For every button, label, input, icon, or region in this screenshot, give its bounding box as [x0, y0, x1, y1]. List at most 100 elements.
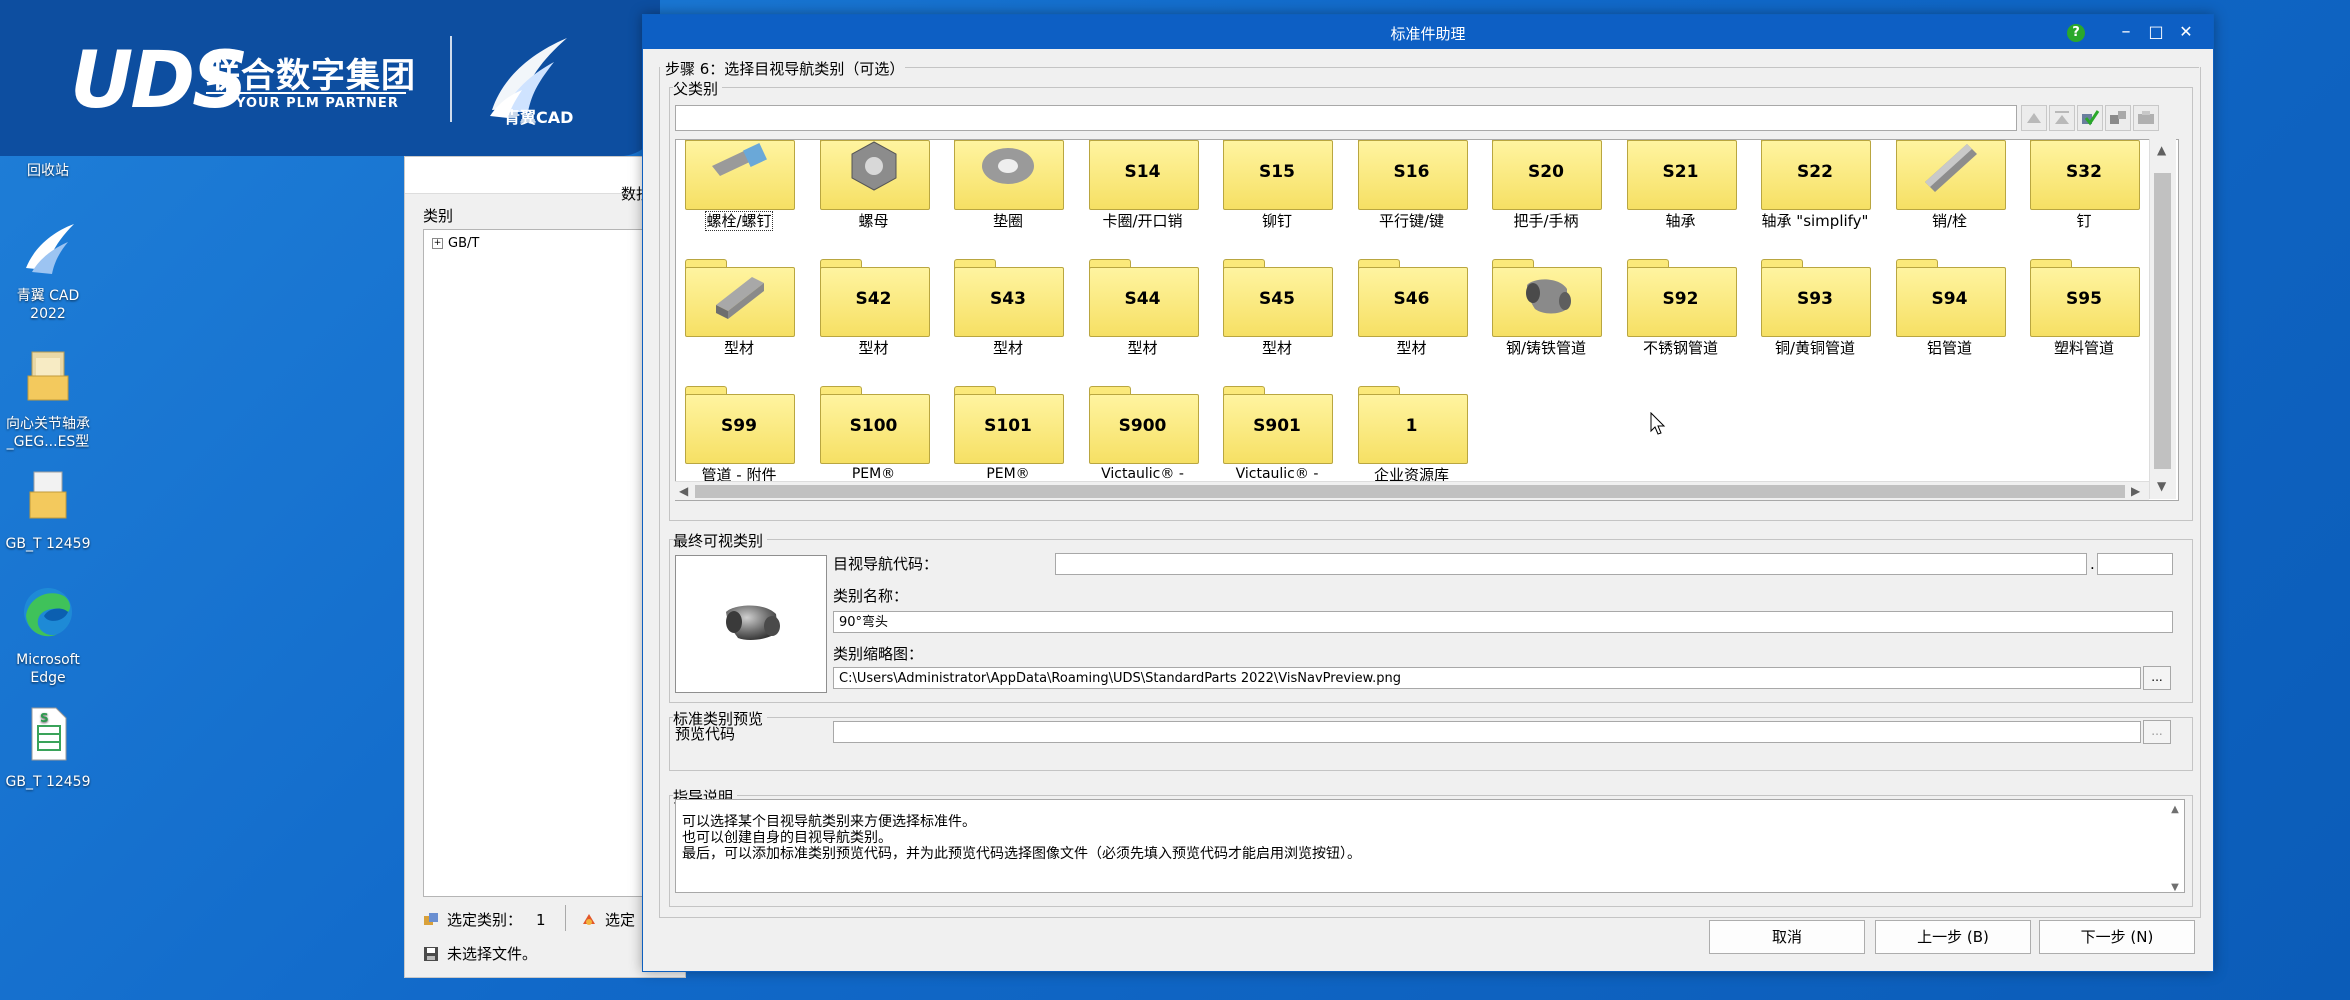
- tree-node-gbt[interactable]: + GB/T: [432, 236, 479, 251]
- guidance-scrollbar[interactable]: ▲ ▼: [2168, 802, 2182, 893]
- category-item[interactable]: S20 把手/手柄: [1489, 140, 1603, 252]
- nav-delete-button[interactable]: [2133, 105, 2159, 131]
- desktop-icon-bearing-folder[interactable]: 向心关节轴承_GEG...ES型: [0, 346, 96, 451]
- category-item[interactable]: S93 铜/黄铜管道: [1758, 251, 1872, 379]
- category-item[interactable]: S94 铝管道: [1893, 251, 2007, 379]
- category-label: 垫圈: [992, 212, 1023, 230]
- folder-icon: S43: [954, 259, 1064, 337]
- category-item[interactable]: S44 型材: [1086, 251, 1200, 379]
- category-item[interactable]: S42 型材: [817, 251, 931, 379]
- category-item[interactable]: 型材: [682, 251, 796, 379]
- preview-browse-button[interactable]: ...: [2143, 720, 2171, 744]
- category-name-label: 类别名称：: [833, 587, 909, 605]
- thumbnail-browse-button[interactable]: ...: [2143, 666, 2171, 690]
- tree-expander-icon[interactable]: +: [432, 238, 443, 249]
- add-node-icon: [2110, 111, 2126, 124]
- category-horizontal-scrollbar[interactable]: ◀ ▶: [675, 481, 2149, 500]
- desktop-icon-recycle-bin[interactable]: 回收站: [0, 162, 96, 180]
- category-code: S43: [990, 289, 1026, 309]
- category-label: 塑料管道: [2053, 339, 2114, 357]
- category-label: 钢/铸铁管道: [1505, 339, 1587, 357]
- nav-code-input[interactable]: [1055, 553, 2087, 575]
- scroll-up-icon[interactable]: ▲: [2157, 143, 2166, 157]
- brand-name: 联合数字集团: [206, 56, 416, 96]
- status-selected-label: 选定类别：: [447, 911, 523, 929]
- tree-node-label: GB/T: [448, 236, 480, 251]
- vertical-scroll-thumb[interactable]: [2154, 173, 2171, 469]
- scroll-left-icon[interactable]: ◀: [679, 484, 688, 498]
- desktop-icon-gbt-folder[interactable]: GB_T 12459: [0, 466, 96, 553]
- parts-icon: [583, 914, 595, 925]
- scroll-up-icon[interactable]: ▲: [2168, 802, 2182, 818]
- category-code: S92: [1662, 289, 1699, 309]
- category-name-input[interactable]: 90°弯头: [833, 611, 2173, 633]
- desktop-icon-edge[interactable]: Microsoft Edge: [0, 582, 96, 687]
- close-button[interactable]: ✕: [2173, 19, 2199, 45]
- category-item[interactable]: S22 轴承 "simplify": [1758, 140, 1872, 252]
- status-file: 未选择文件。: [423, 943, 537, 964]
- edge-label: Microsoft Edge: [16, 652, 80, 686]
- next-button[interactable]: 下一步 (N): [2039, 920, 2195, 954]
- elbow-icon: [1526, 279, 1571, 314]
- category-label: 型材: [1396, 339, 1427, 357]
- brand-slogan: YOUR PLM PARTNER: [236, 96, 399, 111]
- category-item[interactable]: S15 铆钉: [1220, 140, 1334, 252]
- nav-up-button[interactable]: [2021, 105, 2047, 131]
- category-code: S95: [2066, 289, 2102, 309]
- category-item[interactable]: S92 不锈钢管道: [1624, 251, 1738, 379]
- category-item[interactable]: S45 型材: [1220, 251, 1334, 379]
- status-file-text: 未选择文件。: [447, 945, 538, 963]
- category-item[interactable]: S32 钉: [2027, 140, 2141, 252]
- beam-icon: [716, 277, 764, 319]
- category-code: S99: [721, 416, 757, 436]
- category-label: 铜/黄铜管道: [1774, 339, 1856, 357]
- maximize-button[interactable]: □: [2143, 19, 2169, 45]
- scroll-down-icon[interactable]: ▼: [2157, 479, 2166, 493]
- nav-code-suffix-input[interactable]: [2097, 553, 2173, 575]
- guidance-line: 也可以创建自身的目视导航类别。: [682, 830, 892, 846]
- back-button[interactable]: 上一步 (B): [1875, 920, 2031, 954]
- category-vertical-scrollbar[interactable]: ▲ ▼: [2149, 139, 2176, 499]
- folder-icon: S92: [1626, 259, 1737, 337]
- category-item[interactable]: 螺栓/螺钉: [682, 140, 796, 252]
- preview-code-input[interactable]: [833, 721, 2141, 743]
- category-grid[interactable]: 螺栓/螺钉 螺母 垫圈 S14 卡圈/开口销 S15 铆钉 S16 平行键/键 S20 把手/手柄 S…: [675, 139, 2179, 501]
- category-item[interactable]: 销/栓: [1893, 140, 2007, 252]
- nav-check-button[interactable]: [2077, 105, 2103, 131]
- folder-icon: S15: [1223, 140, 1333, 210]
- parent-category-legend: 父类别: [673, 78, 723, 99]
- nav-top-button[interactable]: [2049, 105, 2075, 131]
- category-item[interactable]: S21 轴承: [1624, 140, 1738, 252]
- thumbnail-label: 类别缩略图：: [833, 645, 924, 663]
- desktop-icon-gbt-sheet[interactable]: S GB_T 12459: [0, 704, 96, 791]
- nav-code-dot: .: [2090, 555, 2095, 573]
- category-code: S15: [1259, 162, 1295, 182]
- desktop-icon-qingyi-cad[interactable]: 青翼 CAD 2022: [0, 218, 96, 323]
- guidance-text: 可以选择某个目视导航类别来方便选择标准件。 也可以创建自身的目视导航类别。 最后…: [675, 799, 2185, 893]
- category-item[interactable]: 垫圈: [951, 140, 1065, 252]
- category-item[interactable]: 钢/铸铁管道: [1489, 251, 1603, 379]
- category-item[interactable]: 螺母: [817, 140, 931, 252]
- folder-icon: S14: [1088, 140, 1199, 210]
- bolt-icon: [712, 143, 767, 176]
- help-icon[interactable]: ?: [2067, 24, 2085, 42]
- folder-icon: S95: [2030, 259, 2140, 337]
- scroll-down-icon[interactable]: ▼: [2168, 880, 2182, 896]
- category-item[interactable]: S14 卡圈/开口销: [1086, 140, 1200, 252]
- category-item[interactable]: S46 型材: [1355, 251, 1469, 379]
- folder-icon: [27, 351, 69, 401]
- category-code: S22: [1797, 162, 1833, 182]
- category-item[interactable]: S16 平行键/键: [1355, 140, 1469, 252]
- minimize-button[interactable]: –: [2113, 19, 2139, 45]
- folder-icon: S94: [1895, 259, 2006, 337]
- thumbnail-path-input[interactable]: C:\Users\Administrator\AppData\Roaming\U…: [833, 667, 2141, 689]
- category-item[interactable]: S43 型材: [951, 251, 1065, 379]
- horizontal-scroll-thumb[interactable]: [695, 485, 2125, 498]
- nav-add-button[interactable]: [2105, 105, 2131, 131]
- parent-category-path: [675, 105, 2017, 131]
- category-label: 型材: [723, 339, 754, 357]
- dialog-titlebar[interactable]: 标准件助理 ? – □ ✕: [643, 15, 2213, 49]
- cancel-button[interactable]: 取消: [1709, 920, 1865, 954]
- category-item[interactable]: S95 塑料管道: [2027, 251, 2141, 379]
- scroll-right-icon[interactable]: ▶: [2131, 484, 2140, 498]
